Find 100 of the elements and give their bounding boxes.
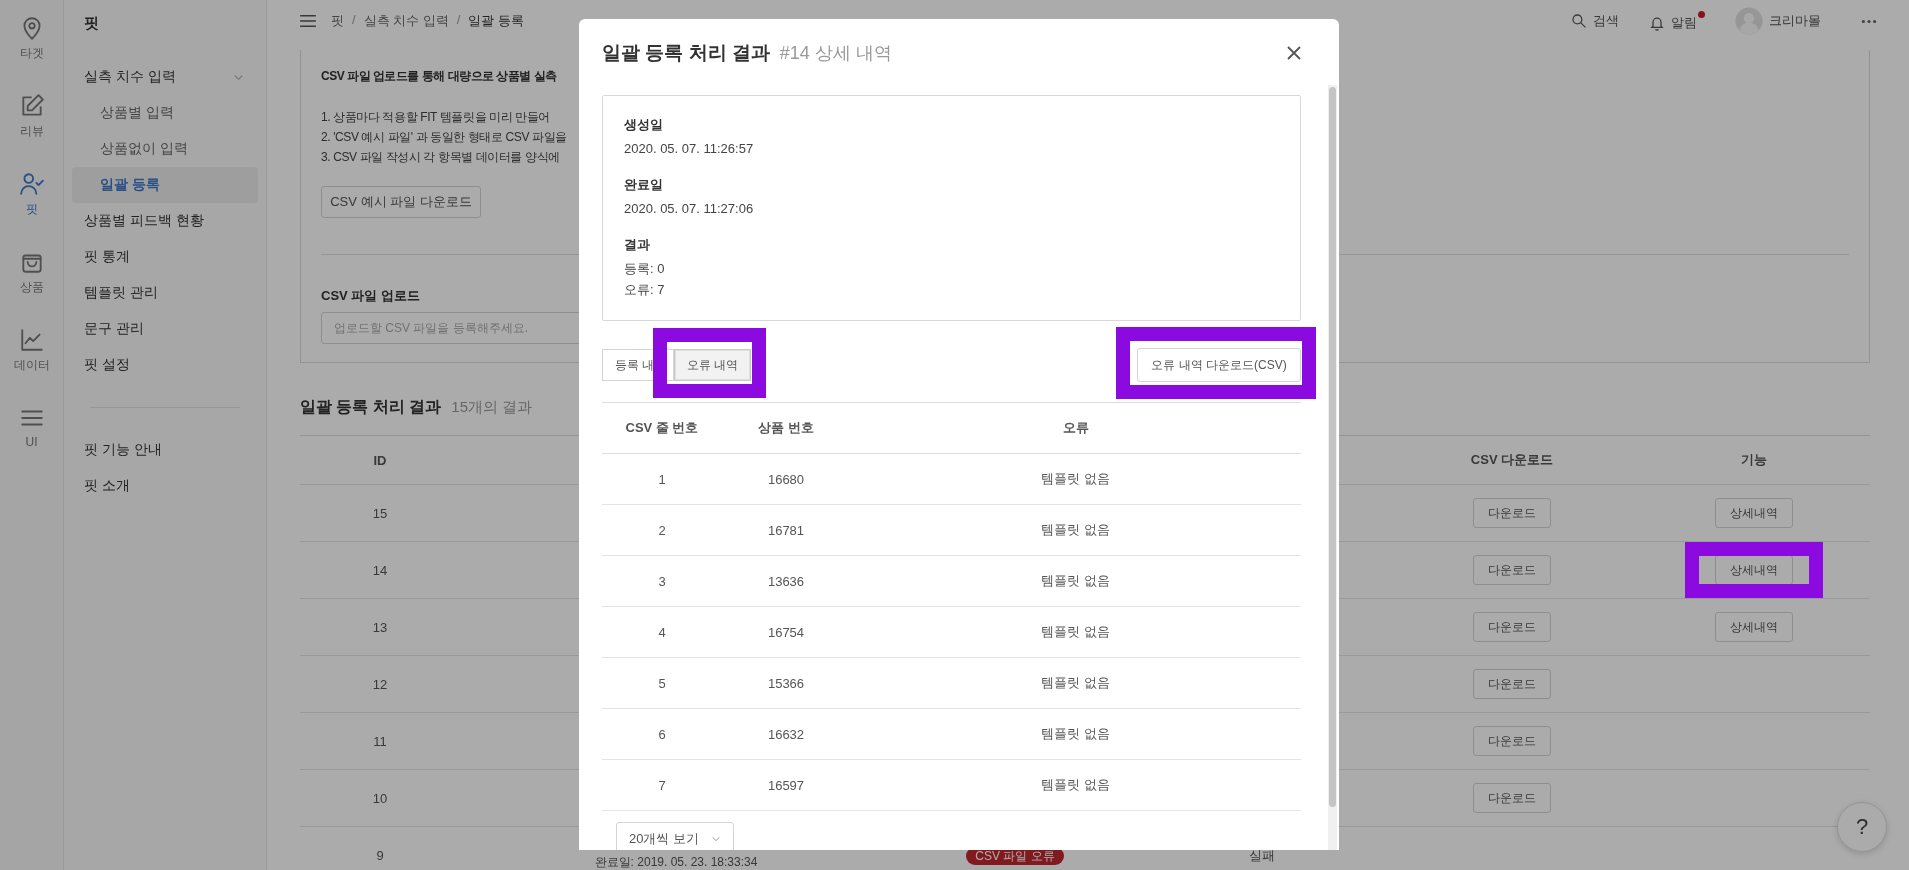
sidebar-link[interactable]: 핏 소개 (72, 468, 258, 504)
table-cell: 15366 (767, 675, 805, 691)
table-cell: 템플릿 없음 (1041, 572, 1110, 590)
download-button[interactable]: 다운로드 (1473, 669, 1551, 699)
table-cell: 13 (372, 619, 388, 635)
column-header: CSV 다운로드 (1470, 452, 1554, 467)
table-cell: 1 (658, 471, 666, 487)
search-label: 검색 (1593, 12, 1619, 30)
download-button[interactable]: 다운로드 (1473, 555, 1551, 585)
modal-title: 일괄 등록 처리 결과 (602, 41, 770, 65)
download-button[interactable]: 다운로드 (1473, 498, 1551, 528)
scrollbar[interactable] (1328, 85, 1337, 850)
table-cell: 템플릿 없음 (1041, 623, 1110, 641)
table-cell: 11 (373, 733, 387, 749)
sidebar-item[interactable]: 핏 설정 (72, 347, 258, 383)
table-cell: 16597 (767, 777, 805, 793)
rail-item[interactable]: 상품 (3, 249, 60, 296)
info-label: 결과 (624, 236, 651, 254)
user-menu[interactable]: 크리마몰 (1735, 7, 1821, 35)
sidebar-item[interactable]: 핏 통계 (72, 239, 258, 275)
instruction-step: 3. CSV 파일 작성시 각 항목별 데이터를 양식에 (321, 150, 560, 164)
column-header: CSV 줄 번호 (625, 419, 699, 437)
table-cell: 7 (658, 777, 666, 793)
instruction-step: 2. 'CSV 예시 파일' 과 동일한 형태로 CSV 파일을 (321, 130, 567, 144)
sidebar-item[interactable]: 상품별 피드백 현황 (72, 203, 258, 239)
download-button[interactable]: 다운로드 (1473, 726, 1551, 756)
table-cell: 14 (372, 562, 388, 578)
table-cell: 완료일: 2019. 05. 23. 18:33:34 (594, 854, 758, 869)
notifications-label: 알림 (1671, 13, 1697, 32)
section-title: 일괄 등록 처리 결과 (300, 397, 442, 417)
rail-item[interactable]: 데이터 (3, 327, 60, 374)
sidebar-link[interactable]: 핏 기능 안내 (72, 432, 258, 468)
user-name: 크리마몰 (1769, 12, 1821, 30)
sidebar-item[interactable]: 템플릿 관리 (72, 275, 258, 311)
sidebar-title: 핏 (83, 14, 100, 33)
notifications-button[interactable]: 알림 (1649, 10, 1705, 32)
table-cell: 16754 (767, 624, 805, 640)
detail-button[interactable]: 상세내역 (1715, 498, 1793, 528)
tab-button[interactable]: 오류 내역 (674, 349, 752, 381)
menu-icon[interactable] (299, 14, 317, 28)
info-value: 오류: 7 (624, 281, 666, 299)
column-header: ID (373, 452, 387, 468)
card-title: CSV 파일 업로드를 통해 대량으로 상품별 실측 (321, 68, 558, 85)
table-cell: 템플릿 없음 (1041, 776, 1110, 794)
table-cell: 4 (658, 624, 666, 640)
table-cell: 템플릿 없음 (1041, 521, 1110, 539)
detail-button[interactable]: 상세내역 (1715, 612, 1793, 642)
sample-download-button[interactable]: CSV 예시 파일 다운로드 (321, 186, 481, 218)
info-value: 등록: 0 (624, 260, 666, 278)
caret-icon (711, 834, 721, 844)
more-icon[interactable] (1861, 18, 1877, 24)
table-cell: 15 (372, 505, 388, 521)
table-cell: 10 (372, 790, 388, 806)
breadcrumb-link[interactable]: 실측 치수 입력 (363, 12, 449, 30)
breadcrumb-current: 일괄 등록 (468, 12, 525, 30)
rail-item[interactable]: UI (3, 405, 60, 449)
table-cell: 템플릿 없음 (1041, 674, 1110, 692)
table-cell: 16632 (767, 726, 805, 742)
sidebar-item[interactable]: 상품없이 입력 (72, 131, 258, 167)
instruction-step: 1. 상품마다 적용할 FIT 템플릿을 미리 만들어 (321, 110, 550, 124)
rail-item[interactable]: 타겟 (3, 15, 60, 62)
page-size-select[interactable]: 20개씩 보기 (616, 822, 734, 850)
help-button[interactable]: ? (1837, 802, 1887, 852)
close-icon[interactable] (1286, 45, 1302, 61)
download-button[interactable]: 다운로드 (1473, 783, 1551, 813)
breadcrumb-separator: / (456, 12, 461, 29)
info-value: 2020. 05. 07. 11:27:06 (624, 200, 755, 218)
info-label: 생성일 (624, 116, 664, 134)
column-header: 상품 번호 (758, 419, 814, 437)
sidebar-item[interactable]: 문구 관리 (72, 311, 258, 347)
download-button[interactable]: 다운로드 (1473, 612, 1551, 642)
rail-item[interactable]: 리뷰 (3, 93, 60, 140)
sidebar-item[interactable]: 상품별 입력 (72, 95, 258, 131)
breadcrumb-link[interactable]: 핏 (331, 12, 344, 30)
table-cell: 실패 (1249, 848, 1275, 863)
sidebar-item[interactable]: 일괄 등록 (72, 167, 258, 203)
column-header: 오류 (1062, 419, 1089, 437)
search-button[interactable]: 검색 (1571, 12, 1619, 30)
table-cell: 9 (376, 847, 384, 863)
table-cell: 12 (372, 676, 388, 692)
result-count: 15개의 결과 (451, 398, 533, 417)
table-cell: 템플릿 없음 (1041, 470, 1110, 488)
table-cell: 3 (658, 573, 666, 589)
table-cell: 템플릿 없음 (1041, 725, 1110, 743)
modal-subtitle: #14 상세 내역 (779, 42, 892, 65)
csv-download-button[interactable]: 오류 내역 다운로드(CSV) (1137, 348, 1301, 382)
column-header: 기능 (1741, 452, 1767, 467)
breadcrumb-separator: / (352, 12, 356, 29)
info-value: 2020. 05. 07. 11:26:57 (624, 140, 755, 158)
sidebar-item[interactable]: 실측 치수 입력 (72, 59, 258, 95)
table-cell: 16781 (767, 522, 805, 538)
rail-item[interactable]: 핏 (3, 171, 60, 218)
table-cell: 13636 (767, 573, 805, 589)
user-check-icon (18, 171, 45, 197)
info-label: 완료일 (624, 176, 664, 194)
table-cell: 5 (658, 675, 666, 691)
table-cell: 16680 (767, 471, 805, 487)
detail-button[interactable]: 상세내역 (1715, 555, 1793, 585)
table-cell: 2 (658, 522, 666, 538)
search-icon (1571, 13, 1587, 29)
